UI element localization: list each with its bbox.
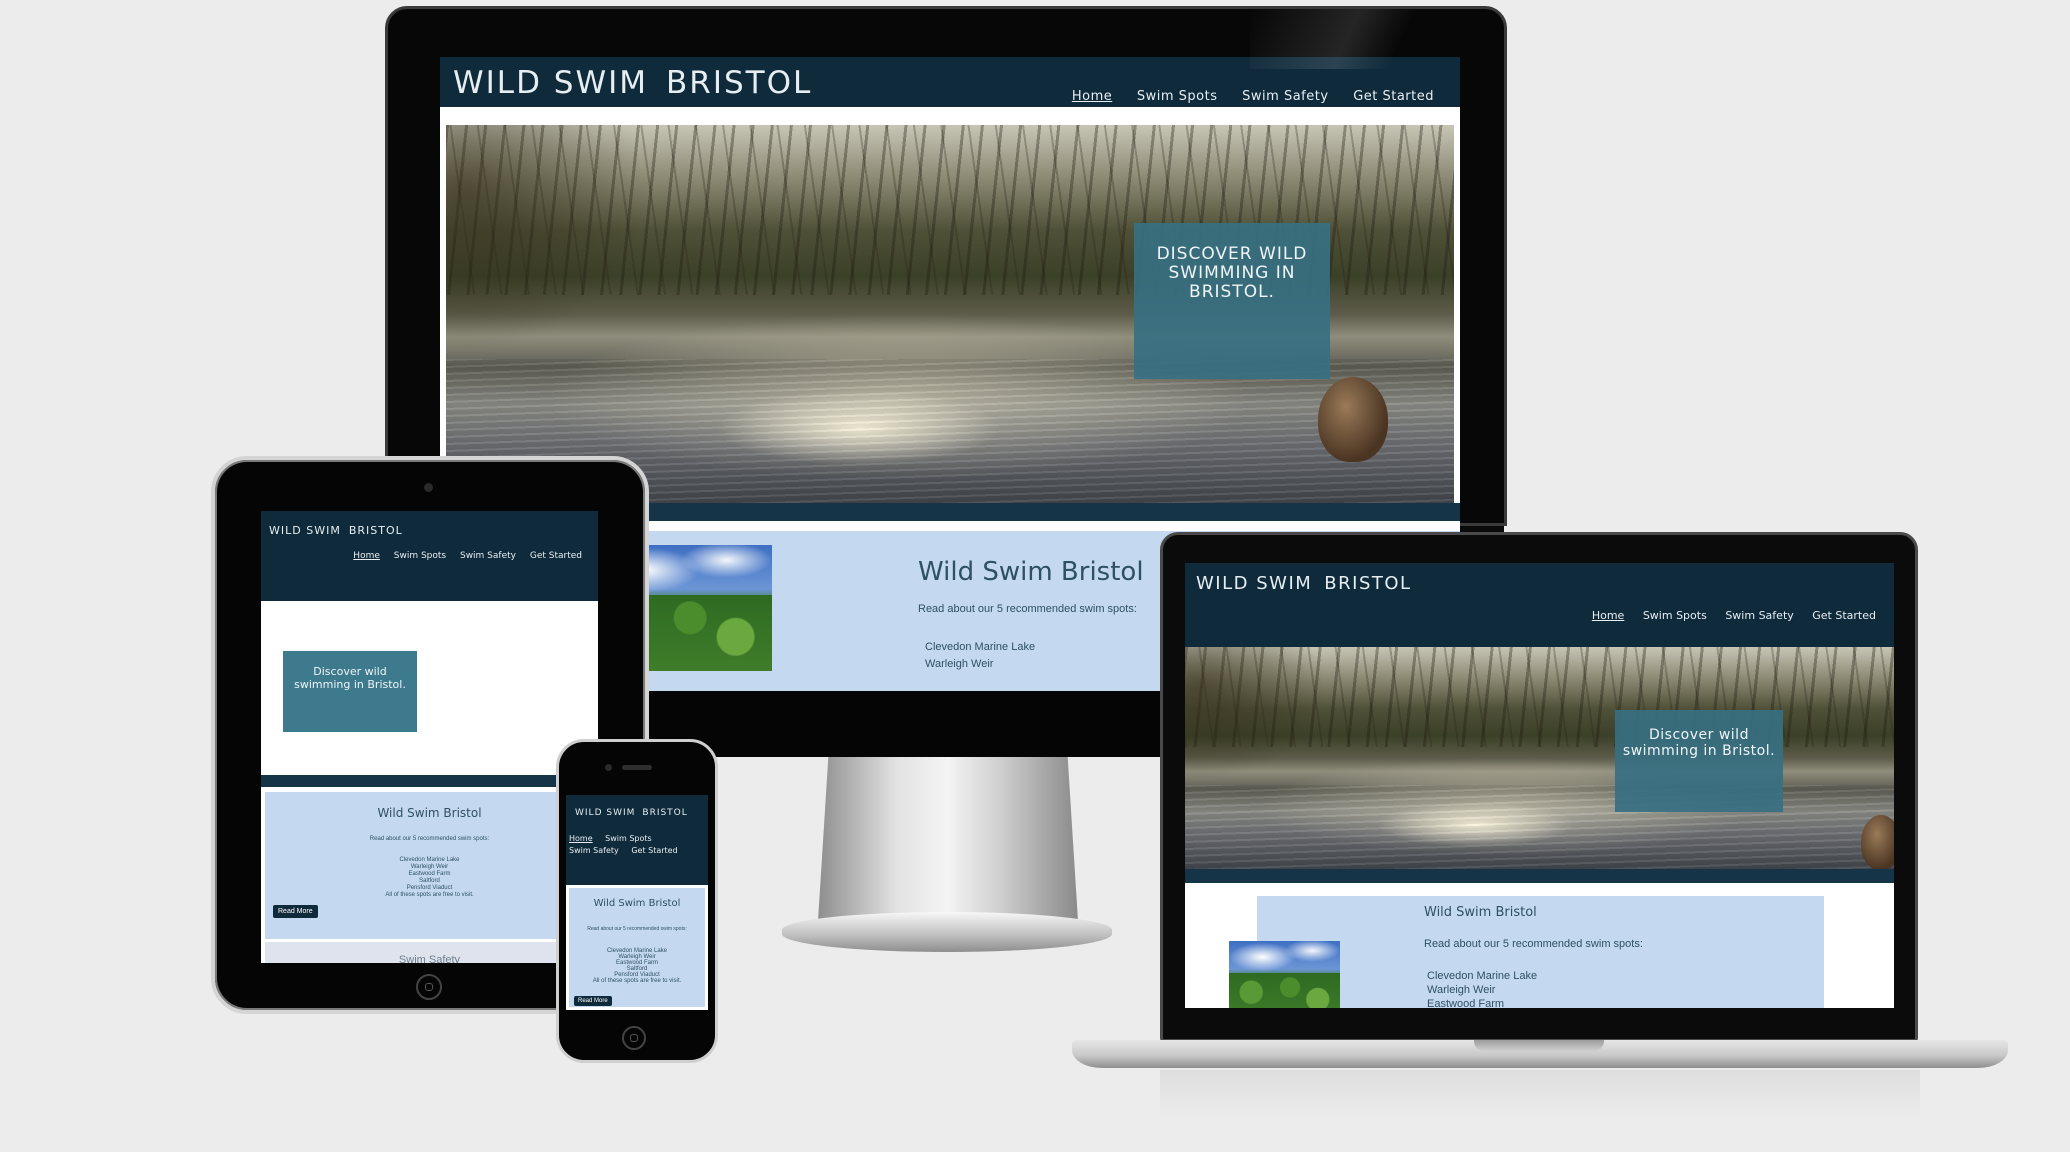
laptop-header: WILD SWIM BRISTOL Home Swim Spots Swim Sa… <box>1185 563 1894 647</box>
laptop-nav: Home Swim Spots Swim Safety Get Started <box>1592 609 1876 622</box>
laptop-about-spot: Clevedon Marine Lake <box>1427 970 1538 982</box>
desktop-nav-get-started[interactable]: Get Started <box>1353 89 1434 104</box>
phone-about-title: Wild Swim Bristol <box>593 898 681 909</box>
laptop-hero-swimmer <box>1861 815 1894 869</box>
desktop-nav-swim-spots[interactable]: Swim Spots <box>1137 89 1218 104</box>
tablet-about-spot: Warleigh Weir <box>410 864 449 870</box>
tablet-hero-cta-text: Discover wild swimming in Bristol. <box>294 665 406 691</box>
laptop-hero-branch <box>1185 647 1327 781</box>
desktop-logo-part2: BRISTOL <box>666 65 813 101</box>
laptop-logo[interactable]: WILD SWIM BRISTOL <box>1196 573 1412 594</box>
laptop-about-title: Wild Swim Bristol <box>1424 905 1537 920</box>
tablet-home-button[interactable] <box>416 974 442 1000</box>
phone-site-screen: WILD SWIM BRISTOL Home Swim Spots Swim Sa… <box>566 795 708 1010</box>
tablet-safety-section: Swim Safety <box>265 942 594 963</box>
laptop-about-intro: Read about our 5 recommended swim spots: <box>1424 938 1643 950</box>
tablet-about-title: Wild Swim Bristol <box>377 806 482 820</box>
tablet-nav-home[interactable]: Home <box>353 551 380 561</box>
desktop-logo-part1: WILD SWIM <box>453 65 649 101</box>
laptop-hero-cta-text: Discover wild swimming in Bristol. <box>1622 727 1776 759</box>
desktop-nav-swim-safety[interactable]: Swim Safety <box>1242 89 1328 104</box>
phone-nav-swim-safety[interactable]: Swim Safety <box>569 846 619 855</box>
desktop-monitor-base <box>782 912 1112 952</box>
laptop-site-screen: WILD SWIM BRISTOL Home Swim Spots Swim Sa… <box>1185 563 1894 1008</box>
phone-speaker <box>622 765 652 770</box>
desktop-about-spot: Warleigh Weir <box>925 658 994 670</box>
laptop-nav-swim-spots[interactable]: Swim Spots <box>1643 609 1707 622</box>
desktop-about-spot: Clevedon Marine Lake <box>925 641 1036 653</box>
tablet-read-more-button[interactable]: Read More <box>273 905 318 918</box>
desktop-monitor-stand <box>818 756 1078 921</box>
desktop-hero-swimmer <box>1318 377 1388 462</box>
phone-logo-part2: BRISTOL <box>642 808 688 818</box>
laptop-hero-water <box>1185 784 1894 869</box>
phone-nav-row2: Swim Safety Get Started <box>569 846 678 855</box>
tablet-nav-swim-spots[interactable]: Swim Spots <box>394 551 446 561</box>
desktop-about-intro: Read about our 5 recommended swim spots: <box>918 603 1137 615</box>
phone-nav-swim-spots[interactable]: Swim Spots <box>605 834 652 843</box>
phone-nav-row1: Home Swim Spots <box>569 834 652 843</box>
laptop-about-image <box>1229 941 1340 1008</box>
tablet-about-section: Wild Swim Bristol Read about our 5 recom… <box>265 792 594 939</box>
laptop-hero-cta: Discover wild swimming in Bristol. <box>1615 710 1783 812</box>
tablet-nav: Home Swim Spots Swim Safety Get Started <box>353 551 582 561</box>
tablet-about-intro: Read about our 5 recommended swim spots: <box>369 836 490 842</box>
phone-home-button[interactable] <box>622 1026 646 1050</box>
tablet-site-screen: WILD SWIM BRISTOL Home Swim Spots Swim Sa… <box>261 511 598 963</box>
laptop-logo-part1: WILD SWIM <box>1196 573 1313 594</box>
desktop-nav: Home Swim Spots Swim Safety Get Started <box>1072 89 1434 104</box>
laptop-hero-image: Discover wild swimming in Bristol. <box>1185 647 1894 869</box>
laptop-nav-home[interactable]: Home <box>1592 609 1624 622</box>
phone-read-more-button[interactable]: Read More <box>574 996 612 1006</box>
laptop-about-spot: Warleigh Weir <box>1427 984 1496 996</box>
desktop-hero-cta: DISCOVER WILD SWIMMING IN BRISTOL. <box>1134 223 1330 379</box>
desktop-nav-home[interactable]: Home <box>1072 89 1112 104</box>
tablet-hero-stripe <box>261 775 598 787</box>
tablet-header: WILD SWIM BRISTOL Home Swim Spots Swim Sa… <box>261 511 598 601</box>
tablet-logo-part1: WILD SWIM <box>269 524 341 537</box>
desktop-hero-cta-text: DISCOVER WILD SWIMMING IN BRISTOL. <box>1156 244 1308 302</box>
laptop-reflection <box>1160 1070 1920 1120</box>
phone-logo[interactable]: WILD SWIM BRISTOL <box>575 808 688 818</box>
laptop-nav-get-started[interactable]: Get Started <box>1812 609 1876 622</box>
phone-about-section: Wild Swim Bristol Read about our 5 recom… <box>566 885 708 1010</box>
tablet-nav-get-started[interactable]: Get Started <box>530 551 582 561</box>
phone-logo-part1: WILD SWIM <box>575 808 636 818</box>
tablet-hero-cta: Discover wild swimming in Bristol. <box>283 651 417 732</box>
desktop-logo[interactable]: WILD SWIM BRISTOL <box>453 65 812 101</box>
phone-nav-home[interactable]: Home <box>569 834 593 843</box>
phone-nav-get-started[interactable]: Get Started <box>631 846 677 855</box>
tablet-logo-part2: BRISTOL <box>348 524 403 537</box>
laptop-logo-part2: BRISTOL <box>1324 573 1412 594</box>
tablet-about-note: All of these spots are free to visit. <box>385 892 474 898</box>
desktop-hero-branch <box>446 125 648 352</box>
tablet-about-spot: Pensford Viaduct <box>406 885 453 891</box>
tablet-about-spot: Eastwood Farm <box>408 871 451 877</box>
tablet-logo[interactable]: WILD SWIM BRISTOL <box>269 524 403 537</box>
tablet-about-spot: Saltford <box>419 878 440 884</box>
laptop-notch <box>1474 1040 1604 1051</box>
tablet-safety-title: Swim Safety <box>398 954 461 963</box>
tablet-nav-swim-safety[interactable]: Swim Safety <box>460 551 516 561</box>
phone-about-intro: Read about our 5 recommended swim spots: <box>587 926 687 932</box>
desktop-header: WILD SWIM BRISTOL Home Swim Spots Swim Sa… <box>440 57 1460 107</box>
phone-header: WILD SWIM BRISTOL Home Swim Spots Swim Sa… <box>566 795 708 885</box>
laptop-nav-swim-safety[interactable]: Swim Safety <box>1725 609 1793 622</box>
desktop-hero-image: DISCOVER WILD SWIMMING IN BRISTOL. <box>446 125 1454 503</box>
tablet-about-spot: Clevedon Marine Lake <box>399 857 460 863</box>
phone-camera <box>605 764 612 771</box>
tablet-camera <box>424 483 433 492</box>
phone-about-note: All of these spots are free to visit. <box>592 978 682 984</box>
laptop-about-spot: Eastwood Farm <box>1427 998 1505 1008</box>
laptop-hero-stripe <box>1185 869 1894 883</box>
desktop-about-title: Wild Swim Bristol <box>918 557 1144 587</box>
laptop-about-section: Wild Swim Bristol Read about our 5 recom… <box>1257 896 1824 1008</box>
